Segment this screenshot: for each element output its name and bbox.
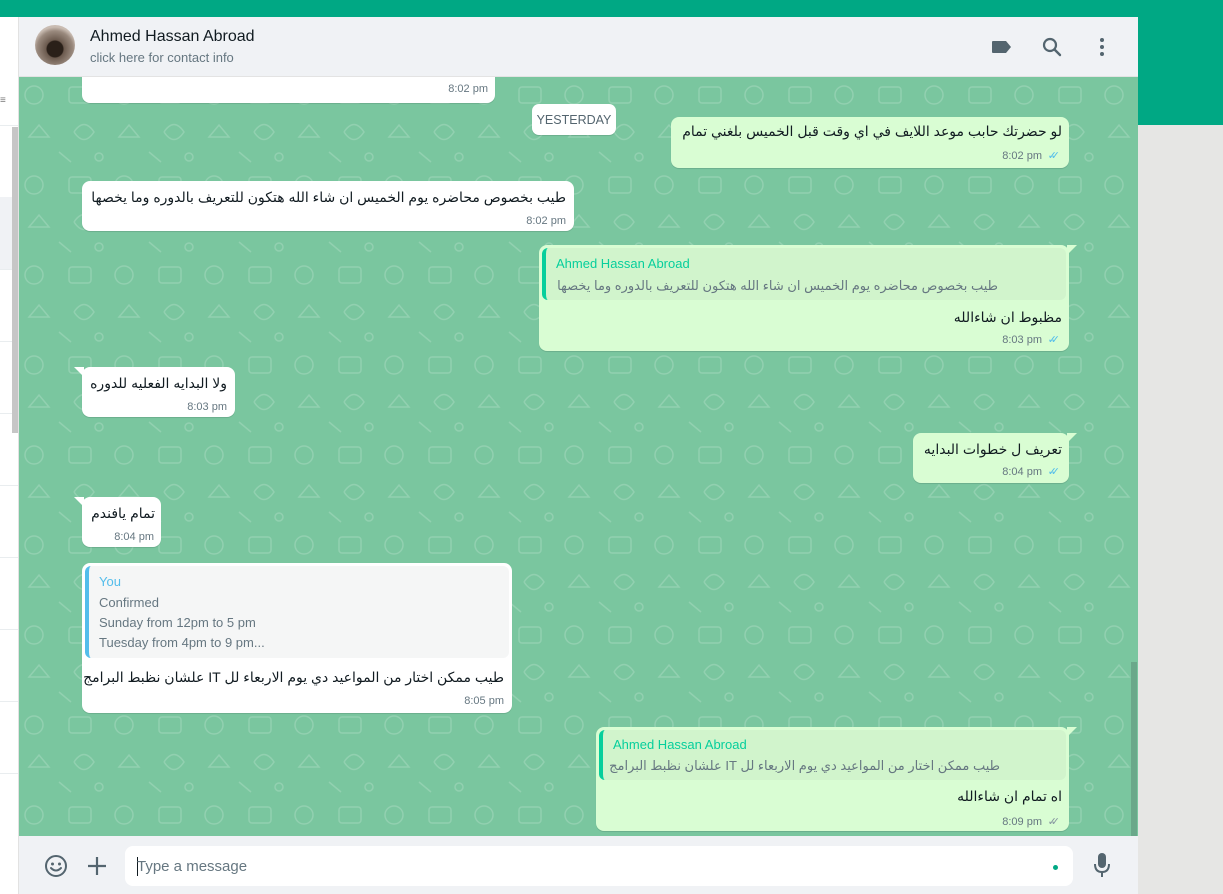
date-divider: YESTERDAY [532, 104, 616, 135]
quoted-author: Ahmed Hassan Abroad [613, 737, 747, 752]
divider [0, 701, 18, 702]
read-receipt-icon: ✓✓ [1047, 334, 1061, 346]
message-outgoing-reply[interactable]: Ahmed Hassan Abroad طيب ممكن اختار من ال… [596, 727, 1077, 831]
attach-plus-icon[interactable] [84, 853, 110, 879]
message-incoming[interactable]: تمام يافندم 8:04 pm [74, 497, 161, 547]
message-text: تمام يافندم [91, 505, 155, 521]
message-text: ولا البدايه الفعليه للدوره [90, 375, 227, 391]
message-text: طيب بخصوص محاضره يوم الخميس ان شاء الله … [91, 189, 566, 205]
divider [0, 629, 18, 630]
contact-name[interactable]: Ahmed Hassan Abroad [90, 28, 255, 46]
message-incoming-reply[interactable]: You Confirmed Sunday from 12pm to 5 pm T… [82, 563, 512, 713]
compose-bar [19, 836, 1138, 894]
message-time: 8:02 pm [448, 83, 488, 95]
quoted-text: طيب ممكن اختار من المواعيد دي يوم الاربع… [609, 758, 1000, 773]
message-time: 8:05 pm [464, 695, 504, 707]
chat-list-scrollbar[interactable] [12, 127, 18, 433]
divider [0, 485, 18, 486]
quoted-author: Ahmed Hassan Abroad [556, 256, 690, 271]
message-time: 8:02 pm [1002, 150, 1042, 162]
message-text: طيب ممكن اختار من المواعيد دي يوم الاربع… [83, 669, 504, 685]
message-input-box[interactable] [125, 846, 1073, 886]
bubble-tail [74, 367, 84, 377]
status-dot-icon [1053, 865, 1058, 870]
message-time: 8:03 pm [187, 401, 227, 413]
bubble-tail [74, 497, 84, 507]
search-icon[interactable] [1040, 35, 1064, 59]
message-text: تعريف ل خطوات البدايه [923, 441, 1062, 457]
divider [0, 773, 18, 774]
quoted-message[interactable]: Ahmed Hassan Abroad طيب ممكن اختار من ال… [599, 730, 1066, 780]
divider [0, 125, 18, 126]
bubble-tail [1067, 245, 1077, 255]
message-list-scrollbar[interactable] [1131, 662, 1137, 836]
read-receipt-icon: ✓✓ [1047, 150, 1061, 162]
message-input[interactable] [137, 846, 1037, 886]
message-incoming[interactable]: ولا البدايه الفعليه للدوره 8:03 pm [74, 367, 235, 417]
message-list[interactable]: 8:02 pm YESTERDAY لو حضرتك حابب موعد الل… [19, 77, 1138, 836]
contact-info-hint[interactable]: click here for contact info [90, 50, 234, 65]
chat-list-edge: ≡ [0, 17, 19, 894]
filter-icon[interactable]: ≡ [0, 96, 8, 106]
quoted-message[interactable]: Ahmed Hassan Abroad طيب بخصوص محاضره يوم… [542, 248, 1066, 300]
message-time: 8:04 pm [114, 531, 154, 543]
message-outgoing[interactable]: تعريف ل خطوات البدايه 8:04 pm ✓✓ [913, 433, 1077, 483]
message-time: 8:03 pm [1002, 334, 1042, 346]
quoted-line: Sunday from 12pm to 5 pm [99, 615, 256, 630]
message-outgoing[interactable]: لو حضرتك حابب موعد اللايف في اي وقت قبل … [671, 117, 1069, 168]
message-text: مظبوط ان شاءالله [953, 309, 1062, 325]
avatar[interactable] [35, 25, 75, 65]
emoji-icon[interactable] [43, 853, 69, 879]
quoted-text: طيب بخصوص محاضره يوم الخميس ان شاء الله … [557, 278, 998, 293]
message-time: 8:04 pm [1002, 466, 1042, 478]
quoted-line: Confirmed [99, 595, 159, 610]
bubble-tail [1067, 433, 1077, 443]
message-time: 8:09 pm [1002, 816, 1042, 828]
whatsapp-window: ≡ Ahmed Hassan Abroad click here for con… [0, 17, 1138, 894]
read-receipt-icon: ✓✓ [1047, 466, 1061, 478]
microphone-icon[interactable] [1090, 851, 1114, 879]
quoted-author: You [99, 574, 121, 589]
quoted-message[interactable]: You Confirmed Sunday from 12pm to 5 pm T… [85, 566, 509, 658]
active-chat-highlight[interactable] [0, 197, 12, 269]
message-outgoing-reply[interactable]: Ahmed Hassan Abroad طيب بخصوص محاضره يوم… [539, 245, 1077, 351]
delivered-receipt-icon: ✓✓ [1047, 816, 1061, 828]
conversation-header[interactable]: Ahmed Hassan Abroad click here for conta… [19, 17, 1138, 77]
app-background [1138, 125, 1223, 894]
message-incoming[interactable]: 8:02 pm [82, 77, 495, 103]
menu-icon[interactable] [1090, 35, 1114, 59]
bubble-tail [1067, 727, 1077, 737]
message-text: اه تمام ان شاءالله [957, 788, 1062, 804]
label-icon[interactable] [990, 35, 1014, 59]
quoted-line: Tuesday from 4pm to 9 pm... [99, 635, 265, 650]
message-time: 8:02 pm [526, 215, 566, 227]
message-incoming[interactable]: طيب بخصوص محاضره يوم الخميس ان شاء الله … [82, 181, 574, 231]
message-text: لو حضرتك حابب موعد اللايف في اي وقت قبل … [682, 123, 1062, 139]
divider [0, 557, 18, 558]
